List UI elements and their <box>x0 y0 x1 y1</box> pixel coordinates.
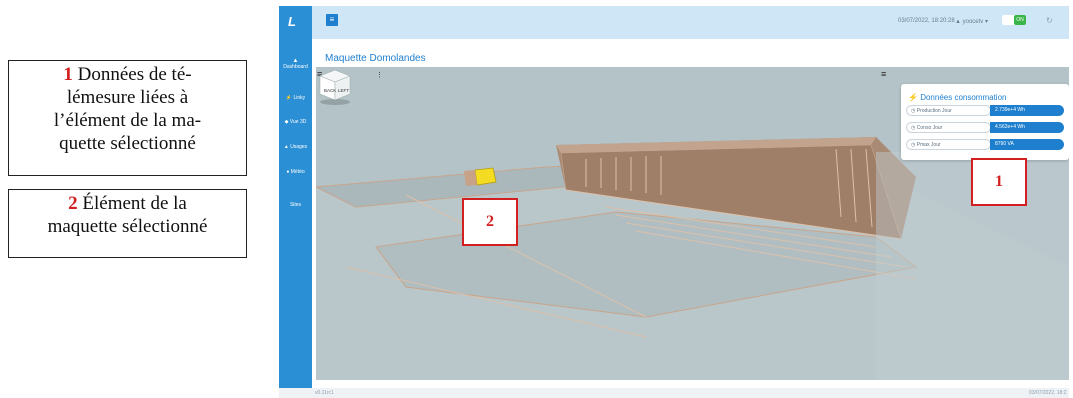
user-name: yoocetv <box>962 19 984 25</box>
hamburger-icon: ≡ <box>329 15 335 24</box>
page-title: Maquette Domolandes <box>325 53 426 64</box>
sidebar-item-label: Météo <box>290 169 305 175</box>
callout-number: 2 <box>68 193 78 214</box>
app-logo: L <box>288 14 296 29</box>
callout-selected-element: 2 Élément de la maquette sélectionné <box>8 189 247 258</box>
status-bar: v0.11rc1 03/07/2022, 18:2 <box>279 388 1069 398</box>
annotation-marker-1: 1 <box>971 158 1027 206</box>
current-datetime: 03/07/2022, 18:20:28 <box>898 18 955 24</box>
sidebar-item-label: Dashboard <box>283 64 308 70</box>
callout-text: l’élément de la ma- <box>53 110 202 131</box>
callout-text: lémesure liées à <box>66 87 189 108</box>
sidebar-item-label: Vue 3D <box>289 119 307 125</box>
view-cube-face: BACK <box>324 88 336 93</box>
metric-row: ◷ Pmax Jour 8790 VA <box>906 139 1064 150</box>
metric-value: 4.562e+4 Wh <box>990 122 1064 133</box>
metric-label-text: Production Jour <box>916 108 952 114</box>
clock-icon: ◷ <box>911 108 916 114</box>
status-datetime: 03/07/2022, 18:2 <box>1029 390 1067 396</box>
sidebar-item-linky[interactable]: ⚡ Linky <box>279 95 312 101</box>
live-toggle[interactable]: ON <box>1002 15 1026 25</box>
view-cube[interactable]: BACK LEFT <box>316 67 354 105</box>
sidebar-item-label: Usages <box>290 144 308 150</box>
panel-title-text: Données consommation <box>920 93 1007 102</box>
metric-label-text: Conso Jour <box>916 125 943 131</box>
sidebar-item-meteo[interactable]: ● Météo <box>279 169 312 175</box>
view-cube-face: LEFT <box>338 88 349 93</box>
sidebar-item-sites[interactable]: Sites <box>279 202 312 208</box>
metric-value: 8790 VA <box>990 139 1064 150</box>
sidebar: L ▲ Dashboard ⚡ Linky ◆ Vue 3D ▲ Usages … <box>279 6 312 398</box>
drop-icon: ● <box>286 169 290 175</box>
metric-value: 2.739e+4 Wh <box>990 105 1064 116</box>
callout-text: Données de té- <box>77 64 192 85</box>
usage-icon: ▲ <box>283 144 289 150</box>
more-options-icon[interactable]: ⋮ <box>376 71 383 79</box>
menu-toggle-button[interactable]: ≡ <box>326 14 338 26</box>
user-menu[interactable]: ▲ yoocetv ▾ <box>955 18 988 25</box>
bolt-icon: ⚡ <box>908 93 918 102</box>
top-bar: ≡ 03/07/2022, 18:20:28 ▲ yoocetv ▾ ON ↻ <box>312 6 1069 39</box>
app-window: L ▲ Dashboard ⚡ Linky ◆ Vue 3D ▲ Usages … <box>279 6 1069 398</box>
metric-row: ◷ Conso Jour 4.562e+4 Wh <box>906 122 1064 133</box>
metric-label: ◷ Conso Jour <box>906 122 991 133</box>
sidebar-item-usages[interactable]: ▲ Usages <box>279 144 312 150</box>
panel-title: ⚡ Données consommation <box>908 93 1006 102</box>
user-icon: ▲ <box>955 19 961 25</box>
sidebar-item-dashboard[interactable]: ▲ Dashboard <box>279 58 312 70</box>
metric-label: ◷ Pmax Jour <box>906 139 991 150</box>
callout-text: maquette sélectionné <box>47 216 208 237</box>
clock-icon: ◷ <box>911 125 916 131</box>
clock-icon: ◷ <box>911 142 916 148</box>
version-label: v0.11rc1 <box>315 390 334 396</box>
bolt-icon: ⚡ <box>285 95 293 101</box>
refresh-icon[interactable]: ↻ <box>1046 16 1053 25</box>
metric-label: ◷ Production Jour <box>906 105 991 116</box>
right-menu-icon[interactable]: ≡ <box>881 69 886 79</box>
callout-text: Élément de la <box>82 193 187 214</box>
sidebar-item-vue3d[interactable]: ◆ Vue 3D <box>279 119 312 125</box>
metric-label-text: Pmax Jour <box>916 142 941 148</box>
annotation-marker-2: 2 <box>462 198 518 246</box>
3d-viewer[interactable]: ≡ ⋮ ≡ BACK LEFT ⚡ Données consommation ◷… <box>316 67 1069 380</box>
callout-telemetry: 1 Données de té- lémesure liées à l’élém… <box>8 60 247 176</box>
sidebar-item-label: Sites <box>289 202 302 208</box>
cube-icon: ◆ <box>284 119 289 125</box>
callout-text: quette sélectionné <box>59 133 196 154</box>
consumption-panel: ⚡ Données consommation ◷ Production Jour… <box>901 84 1069 160</box>
metric-row: ◷ Production Jour 2.739e+4 Wh <box>906 105 1064 116</box>
toggle-label: ON <box>1014 15 1026 25</box>
sidebar-item-label: Linky <box>293 95 306 101</box>
callout-number: 1 <box>63 64 73 85</box>
